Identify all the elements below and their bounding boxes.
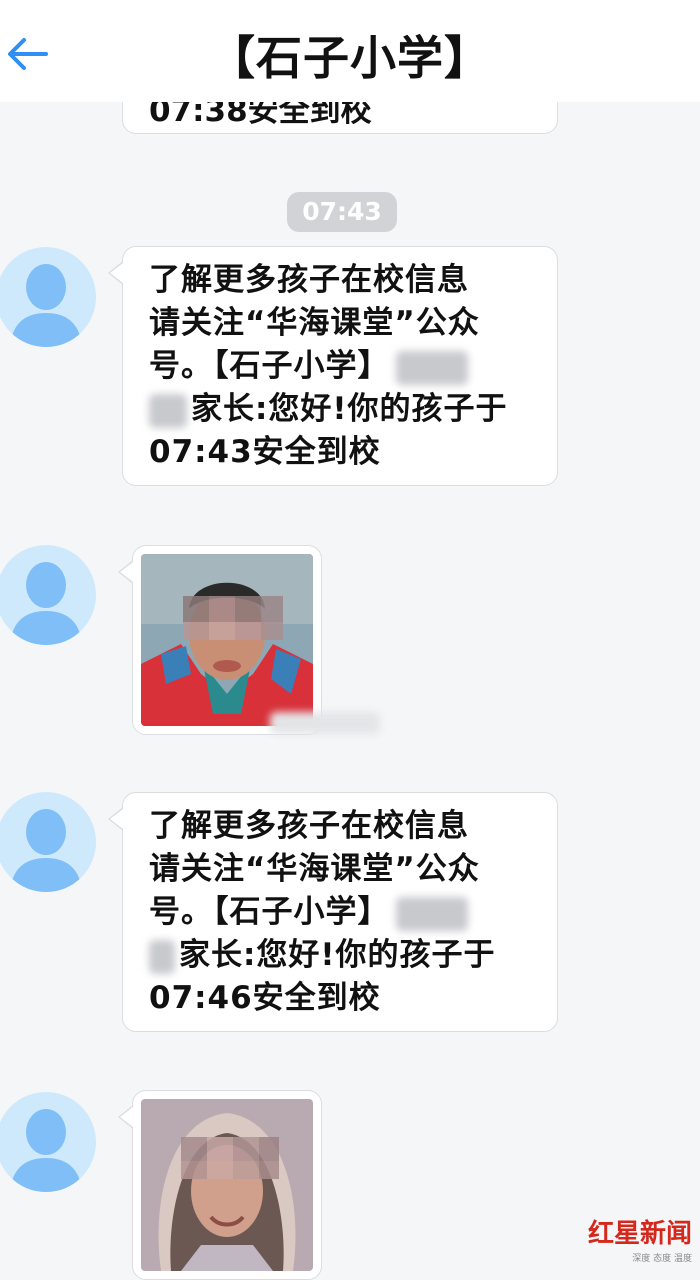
- student-photo-image: [141, 1099, 313, 1271]
- message-line: 请关注“华海课堂”公众: [149, 305, 480, 341]
- redacted-name: [149, 939, 175, 974]
- student-photo[interactable]: [141, 1099, 313, 1271]
- message-line: 家长:您好!你的孩子于: [191, 391, 508, 427]
- message-text: 了解更多孩子在校信息 请关注“华海课堂”公众 号。【石子小学】 家长:您好!你的…: [149, 259, 539, 474]
- time-divider: 07:43: [287, 192, 397, 232]
- message-line: 家长:您好!你的孩子于: [179, 937, 496, 973]
- news-watermark-logo: 红星新闻 深度 态度 温度: [588, 1213, 692, 1264]
- student-photo-image: [141, 554, 313, 726]
- bubble-tail: [118, 560, 133, 584]
- student-photo[interactable]: [141, 554, 313, 726]
- message-line: 07:43安全到校: [149, 434, 381, 470]
- bubble-tail: [118, 1105, 133, 1129]
- bubble-tail: [108, 261, 123, 285]
- redacted-name: [395, 350, 468, 385]
- avatar[interactable]: [0, 1092, 96, 1192]
- message-line: 07:46安全到校: [149, 980, 381, 1016]
- bubble-tail: [108, 807, 123, 831]
- message-line: 号。【石子小学】: [149, 894, 390, 930]
- default-user-icon: [10, 264, 82, 347]
- redacted-text: [270, 712, 380, 734]
- message-bubble[interactable]: 了解更多孩子在校信息 请关注“华海课堂”公众 号。【石子小学】 家长:您好!你的…: [108, 792, 558, 1032]
- default-user-icon: [10, 809, 82, 892]
- message-bubble[interactable]: 了解更多孩子在校信息 请关注“华海课堂”公众 号。【石子小学】 家长:您好!你的…: [108, 246, 558, 486]
- image-message-bubble[interactable]: [118, 1090, 322, 1280]
- avatar[interactable]: [0, 792, 96, 892]
- message-line: 号。【石子小学】: [149, 348, 390, 384]
- redacted-name: [395, 896, 468, 931]
- avatar[interactable]: [0, 545, 96, 645]
- message-line: 了解更多孩子在校信息: [149, 808, 469, 844]
- redacted-name: [149, 393, 187, 428]
- conversation-title: 【石子小学】: [209, 31, 491, 85]
- default-user-icon: [10, 562, 82, 645]
- avatar[interactable]: [0, 247, 96, 347]
- top-bar: 【石子小学】: [0, 0, 700, 102]
- watermark-subtitle: 深度 态度 温度: [632, 1254, 692, 1264]
- watermark-title: 红星新闻: [587, 1219, 692, 1249]
- message-line: 了解更多孩子在校信息: [149, 262, 469, 298]
- message-line: 请关注“华海课堂”公众: [149, 851, 480, 887]
- message-text: 了解更多孩子在校信息 请关注“华海课堂”公众 号。【石子小学】 家长:您好!你的…: [149, 805, 539, 1020]
- default-user-icon: [10, 1109, 82, 1192]
- image-message-bubble[interactable]: [118, 545, 322, 735]
